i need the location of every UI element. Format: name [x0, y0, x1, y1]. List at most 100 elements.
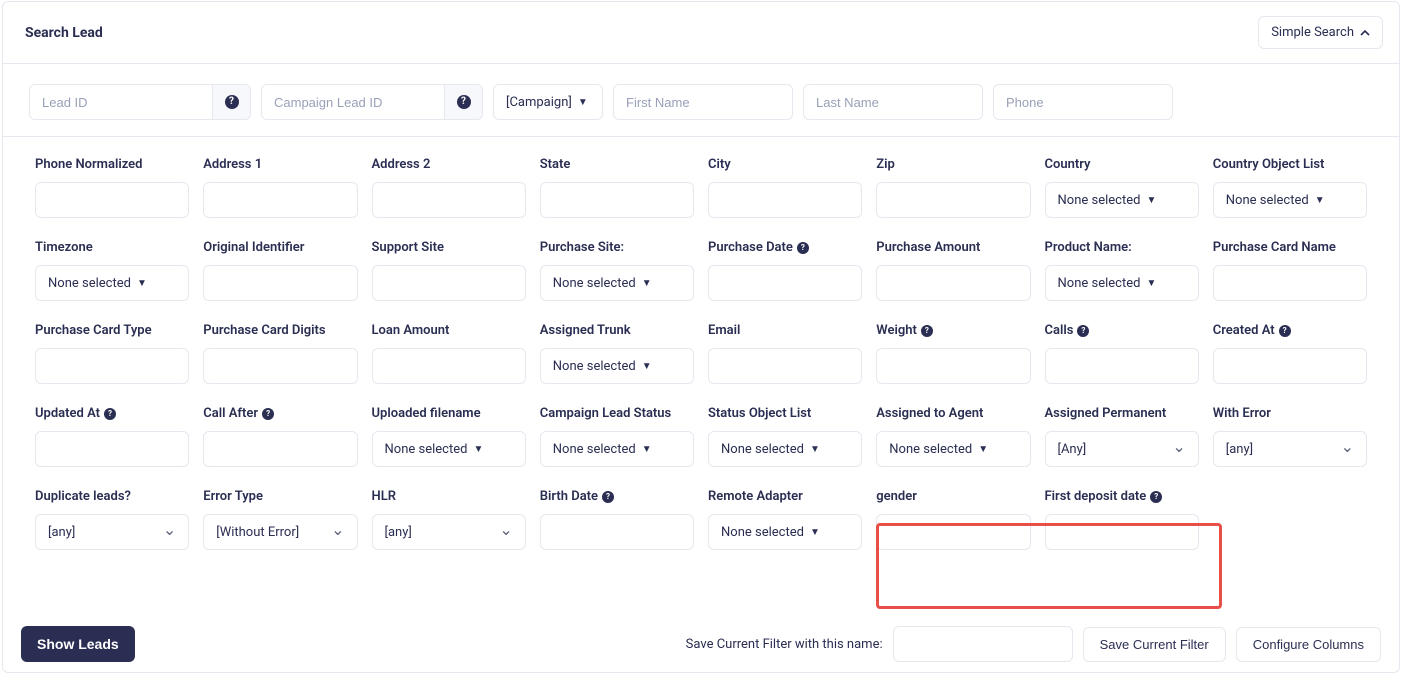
purchase-card-name-input[interactable] [1213, 265, 1367, 301]
last-name-field [803, 84, 983, 120]
label-loan-amount: Loan Amount [372, 323, 526, 338]
calls-input[interactable] [1045, 348, 1199, 384]
filter-name-field [893, 626, 1073, 662]
phone-input[interactable] [1006, 95, 1160, 110]
lead-id-input[interactable] [30, 85, 212, 119]
gender-input[interactable] [876, 514, 1030, 550]
label-duplicate-leads: Duplicate leads? [35, 489, 189, 504]
purchase-card-digits-input[interactable] [203, 348, 357, 384]
question-icon[interactable] [602, 491, 614, 503]
simple-search-toggle[interactable]: Simple Search [1258, 16, 1383, 49]
filter-name-input[interactable] [894, 627, 1072, 661]
caret-down-icon [810, 527, 820, 538]
configure-columns-button[interactable]: Configure Columns [1236, 627, 1381, 662]
label-error-type: Error Type [203, 489, 357, 504]
campaign-lead-id-field [261, 84, 483, 120]
product-name-select[interactable]: None selected [1045, 265, 1199, 301]
uploaded-filename-select[interactable]: None selected [372, 431, 526, 467]
status-obj-select[interactable]: None selected [708, 431, 862, 467]
with-error-select[interactable]: [any] [1213, 431, 1367, 467]
country-select[interactable]: None selected [1045, 182, 1199, 218]
purchase-card-type-input[interactable] [35, 348, 189, 384]
city-input[interactable] [708, 182, 862, 218]
assigned-agent-select[interactable]: None selected [876, 431, 1030, 467]
question-icon[interactable] [1279, 325, 1291, 337]
created-at-input[interactable] [1213, 348, 1367, 384]
label-updated-at: Updated At [35, 406, 189, 421]
caret-down-icon [1146, 278, 1156, 289]
question-icon[interactable] [104, 408, 116, 420]
address2-input[interactable] [372, 182, 526, 218]
remote-adapter-select[interactable]: None selected [708, 514, 862, 550]
call-after-input[interactable] [203, 431, 357, 467]
question-icon[interactable] [262, 408, 274, 420]
birth-date-input[interactable] [540, 514, 694, 550]
label-weight: Weight [876, 323, 1030, 338]
weight-input[interactable] [876, 348, 1030, 384]
caret-down-icon [642, 278, 652, 289]
zip-input[interactable] [876, 182, 1030, 218]
question-icon[interactable] [1077, 325, 1089, 337]
caret-down-icon [642, 444, 652, 455]
caret-down-icon [1146, 195, 1156, 206]
page-title: Search Lead [25, 25, 103, 41]
question-icon[interactable] [797, 242, 809, 254]
error-type-select[interactable]: [Without Error] [203, 514, 357, 550]
duplicate-leads-select[interactable]: [any] [35, 514, 189, 550]
phone-normalized-input[interactable] [35, 182, 189, 218]
caret-down-icon [473, 444, 483, 455]
campaign-lead-status-select[interactable]: None selected [540, 431, 694, 467]
panel-footer: Show Leads Save Current Filter with this… [3, 626, 1399, 662]
label-zip: Zip [876, 157, 1030, 172]
state-input[interactable] [540, 182, 694, 218]
assigned-permanent-select[interactable]: [Any] [1045, 431, 1199, 467]
purchase-amount-input[interactable] [876, 265, 1030, 301]
campaign-lead-id-help[interactable] [444, 85, 482, 119]
lead-id-help[interactable] [212, 85, 250, 119]
caret-down-icon [578, 97, 588, 108]
campaign-select-label: [Campaign] [506, 95, 572, 110]
assigned-trunk-select[interactable]: None selected [540, 348, 694, 384]
caret-down-icon [642, 361, 652, 372]
label-hlr: HLR [372, 489, 526, 504]
question-icon[interactable] [1150, 491, 1162, 503]
loan-amount-input[interactable] [372, 348, 526, 384]
search-lead-panel: Search Lead Simple Search [Campaign] [2, 1, 1400, 673]
label-state: State [540, 157, 694, 172]
show-leads-button[interactable]: Show Leads [21, 626, 135, 662]
label-purchase-amount: Purchase Amount [876, 240, 1030, 255]
label-timezone: Timezone [35, 240, 189, 255]
label-address2: Address 2 [372, 157, 526, 172]
last-name-input[interactable] [816, 95, 970, 110]
quick-filters-row: [Campaign] [3, 64, 1399, 137]
label-phone-normalized: Phone Normalized [35, 157, 189, 172]
first-deposit-date-input[interactable] [1045, 514, 1199, 550]
caret-down-icon [1315, 195, 1325, 206]
label-purchase-card-type: Purchase Card Type [35, 323, 189, 338]
label-calls: Calls [1045, 323, 1199, 338]
first-name-input[interactable] [626, 95, 780, 110]
email-input[interactable] [708, 348, 862, 384]
caret-down-icon [810, 444, 820, 455]
question-icon[interactable] [921, 325, 933, 337]
chevron-down-icon [499, 523, 512, 542]
label-purchase-date: Purchase Date [708, 240, 862, 255]
campaign-select[interactable]: [Campaign] [493, 84, 603, 120]
updated-at-input[interactable] [35, 431, 189, 467]
phone-field [993, 84, 1173, 120]
save-filter-button[interactable]: Save Current Filter [1083, 627, 1226, 662]
purchase-date-input[interactable] [708, 265, 862, 301]
chevron-up-icon [1360, 28, 1370, 38]
campaign-lead-id-input[interactable] [262, 85, 444, 119]
original-identifier-input[interactable] [203, 265, 357, 301]
address1-input[interactable] [203, 182, 357, 218]
label-country-obj: Country Object List [1213, 157, 1367, 172]
country-obj-select[interactable]: None selected [1213, 182, 1367, 218]
label-country: Country [1045, 157, 1199, 172]
support-site-input[interactable] [372, 265, 526, 301]
hlr-select[interactable]: [any] [372, 514, 526, 550]
purchase-site-select[interactable]: None selected [540, 265, 694, 301]
label-purchase-card-name: Purchase Card Name [1213, 240, 1367, 255]
timezone-select[interactable]: None selected [35, 265, 189, 301]
label-assigned-agent: Assigned to Agent [876, 406, 1030, 421]
